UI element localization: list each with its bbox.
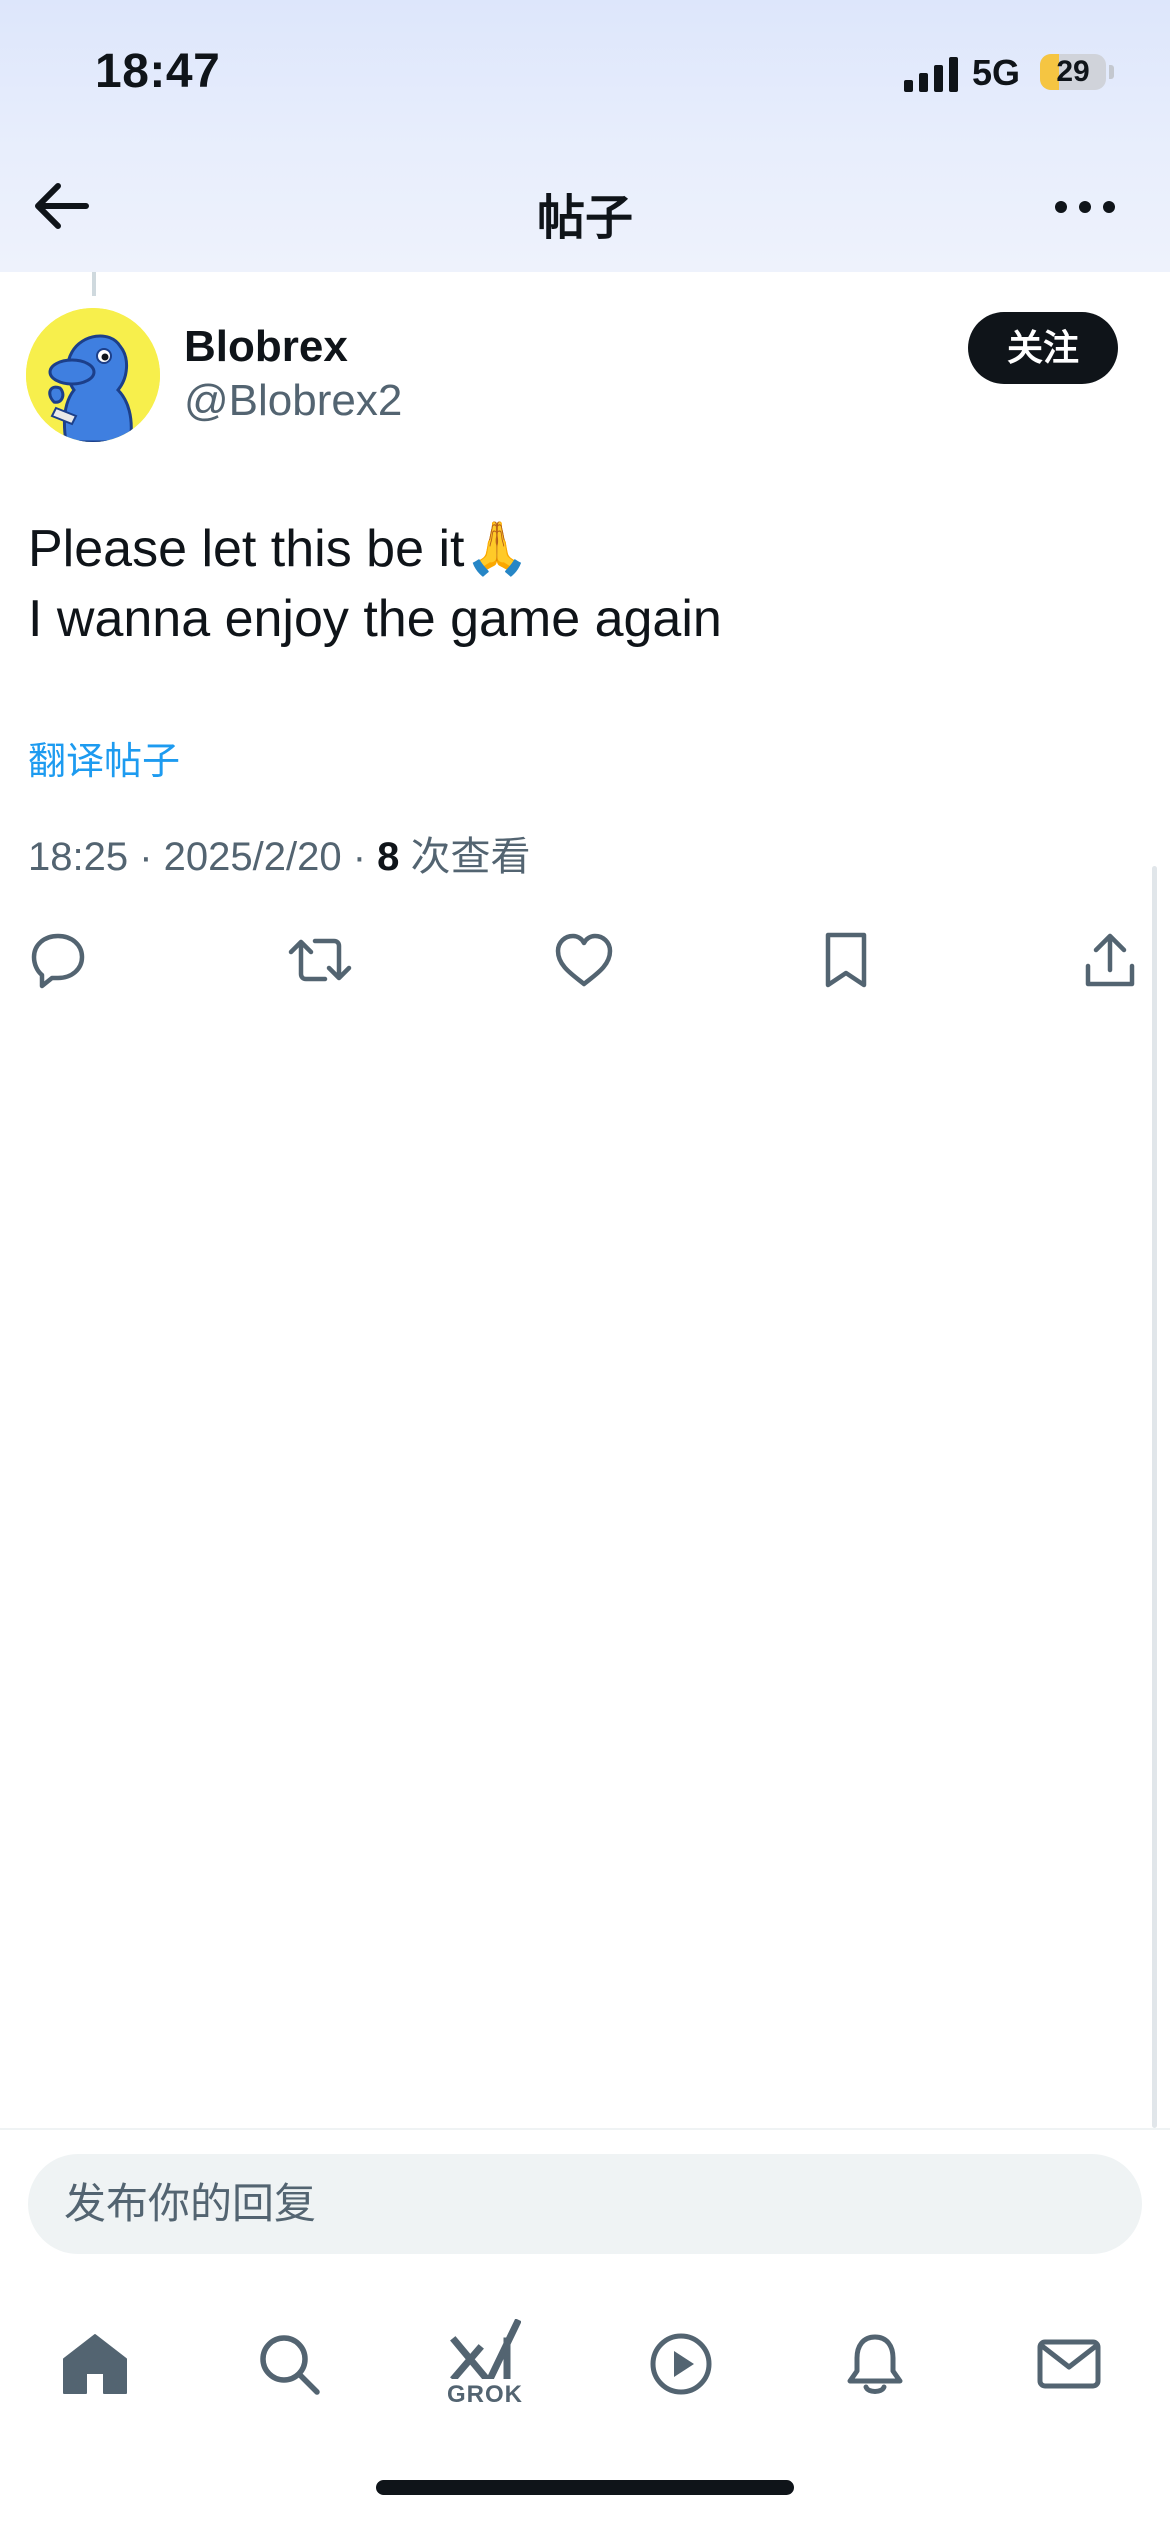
repost-button[interactable] xyxy=(280,920,360,1000)
post-meta: 18:25 · 2025/2/20 · 8 次查看 xyxy=(28,824,531,882)
post-text-line: Please let this be it🙏 xyxy=(28,520,530,578)
reply-box[interactable] xyxy=(28,2154,1142,2254)
bell-icon xyxy=(847,2334,903,2394)
mail-icon xyxy=(1037,2339,1101,2389)
home-indicator xyxy=(376,2480,794,2495)
nav-messages[interactable] xyxy=(1014,2304,1124,2424)
avatar[interactable] xyxy=(26,308,160,442)
heart-icon xyxy=(555,933,613,987)
nav-search[interactable] xyxy=(234,2304,344,2424)
thread-line xyxy=(92,272,96,296)
scrollbar[interactable] xyxy=(1152,866,1157,2128)
reply-input[interactable] xyxy=(28,2154,1142,2254)
signal-icon xyxy=(904,56,958,92)
like-button[interactable] xyxy=(544,920,624,1000)
battery-level: 29 xyxy=(1056,55,1090,88)
nav-grok[interactable]: GROK xyxy=(430,2304,540,2424)
page-title: 帖子 xyxy=(536,192,633,245)
arrow-left-icon xyxy=(35,183,89,229)
post-timestamp: 18:25 · 2025/2/20 · xyxy=(28,835,378,879)
author-handle[interactable]: @Blobrex2 xyxy=(184,376,402,426)
bookmark-icon xyxy=(825,932,867,988)
network-type: 5G xyxy=(972,52,1021,93)
battery-icon: 29 xyxy=(1040,54,1106,90)
bookmark-button[interactable] xyxy=(806,920,886,1000)
post-text-line: I wanna enjoy the game again xyxy=(28,590,722,648)
reply-bubble-icon xyxy=(31,933,85,989)
home-icon xyxy=(63,2334,127,2394)
author-name[interactable]: Blobrex xyxy=(184,322,348,372)
play-icon xyxy=(650,2333,712,2395)
back-button[interactable] xyxy=(28,178,94,234)
grok-label: GROK xyxy=(447,2381,523,2408)
search-icon xyxy=(260,2335,320,2395)
reply-divider xyxy=(0,2128,1170,2130)
repost-icon xyxy=(288,938,352,982)
nav-notifications[interactable] xyxy=(820,2304,930,2424)
bottom-nav: GROK xyxy=(0,2290,1170,2440)
more-horizontal-icon xyxy=(1055,201,1115,213)
translate-post-link[interactable]: 翻译帖子 xyxy=(28,730,180,785)
grok-icon xyxy=(450,2319,521,2379)
follow-button[interactable]: 关注 xyxy=(968,312,1118,384)
share-button[interactable] xyxy=(1070,920,1150,1000)
post-text: Please let this be it🙏 I wanna enjoy the… xyxy=(28,514,1128,654)
views-count: 8 xyxy=(377,835,400,879)
views-label: 次查看 xyxy=(399,835,531,879)
nav-home[interactable] xyxy=(40,2304,150,2424)
more-button[interactable] xyxy=(1050,190,1120,224)
share-icon xyxy=(1085,933,1135,987)
avatar-image xyxy=(26,308,160,442)
status-time: 18:47 xyxy=(95,45,221,98)
reply-button[interactable] xyxy=(18,920,98,1000)
post-actions xyxy=(0,920,1170,1000)
battery-nub xyxy=(1109,65,1114,79)
nav-video[interactable] xyxy=(626,2304,736,2424)
